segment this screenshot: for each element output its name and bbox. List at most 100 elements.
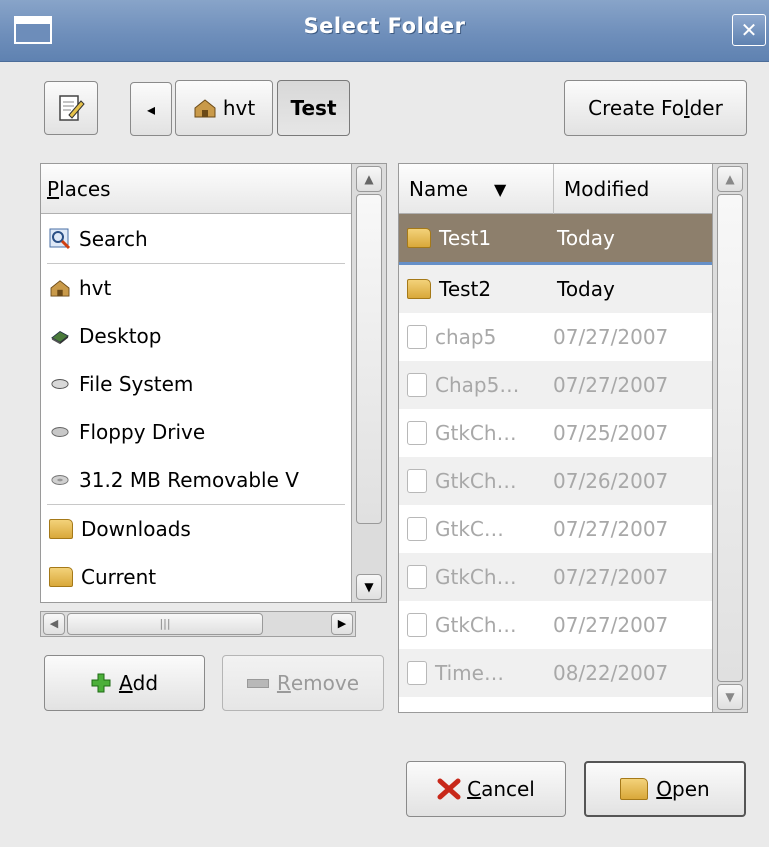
files-list: Test1 Today Test2 Today chap5 07/27/2007… xyxy=(399,214,712,712)
close-button[interactable]: ✕ xyxy=(732,14,766,46)
file-row[interactable]: GtkC… 07/27/2007 xyxy=(399,505,712,553)
path-label-hvt: hvt xyxy=(222,96,256,120)
remove-place-button[interactable]: Remove xyxy=(222,655,384,711)
place-label: Search xyxy=(79,227,148,251)
path-button-test[interactable]: Test xyxy=(277,80,350,136)
files-scroll-thumb[interactable] xyxy=(717,194,743,682)
add-icon xyxy=(91,673,111,693)
file-icon xyxy=(407,565,427,589)
places-scroll-thumb[interactable] xyxy=(356,194,382,524)
file-modified: Today xyxy=(557,277,615,301)
file-name: Time… xyxy=(435,661,504,685)
place-item-floppy-drive[interactable]: Floppy Drive xyxy=(41,408,351,456)
places-header-label: laces xyxy=(59,177,111,201)
cancel-label: ancel xyxy=(481,777,535,801)
places-pane: Places Search hvt Desktop File System Fl… xyxy=(40,163,387,603)
cancel-button[interactable]: Cancel xyxy=(406,761,566,817)
place-item-search[interactable]: Search xyxy=(41,215,351,263)
open-mnemonic: O xyxy=(656,777,673,801)
open-button[interactable]: Open xyxy=(584,761,746,817)
file-name: GtkCh… xyxy=(435,421,517,445)
column-header-name[interactable]: Name ▼ xyxy=(399,164,554,214)
folder-icon xyxy=(49,519,73,539)
file-name: GtkCh… xyxy=(435,565,517,589)
file-row-selected[interactable]: Test1 Today xyxy=(399,214,712,265)
path-button-hvt[interactable]: hvt xyxy=(175,80,273,136)
file-row[interactable]: GtkCh… 07/27/2007 xyxy=(399,553,712,601)
home-icon xyxy=(50,280,70,297)
column-header-modified[interactable]: Modified xyxy=(554,164,649,214)
file-modified: 07/26/2007 xyxy=(553,469,669,493)
file-modified: 08/22/2007 xyxy=(553,661,669,685)
scroll-up-button[interactable]: ▲ xyxy=(717,166,743,192)
places-vscrollbar[interactable]: ▲ ▼ xyxy=(351,164,386,602)
folder-icon xyxy=(49,567,73,587)
places-header-mnemonic: P xyxy=(47,177,60,201)
scroll-down-button[interactable]: ▼ xyxy=(356,574,382,600)
file-name: Test2 xyxy=(439,277,492,301)
file-modified: 07/27/2007 xyxy=(553,613,669,637)
places-header[interactable]: Places xyxy=(41,164,351,214)
place-item-hvt[interactable]: hvt xyxy=(41,264,351,312)
file-modified: 07/25/2007 xyxy=(553,421,669,445)
files-header: Name ▼ Modified xyxy=(399,164,712,214)
path-back-button[interactable]: ◂ xyxy=(130,82,172,136)
folder-icon xyxy=(407,279,431,299)
scroll-up-button[interactable]: ▲ xyxy=(356,166,382,192)
file-icon xyxy=(407,325,427,349)
file-row[interactable]: Time… 08/22/2007 xyxy=(399,649,712,697)
add-mnemonic: A xyxy=(118,671,133,695)
file-modified: 07/27/2007 xyxy=(553,325,669,349)
add-place-button[interactable]: Add xyxy=(44,655,205,711)
scroll-right-button[interactable]: ▶ xyxy=(331,613,353,635)
scroll-down-button[interactable]: ▼ xyxy=(717,684,743,710)
file-row[interactable]: Chap5… 07/27/2007 xyxy=(399,361,712,409)
column-name-label: Name xyxy=(409,177,469,201)
home-icon xyxy=(194,99,216,118)
place-label: File System xyxy=(79,372,194,396)
cancel-mnemonic: C xyxy=(467,777,482,801)
places-hscroll-thumb[interactable]: ||| xyxy=(67,613,263,635)
file-icon xyxy=(407,373,427,397)
place-item-desktop[interactable]: Desktop xyxy=(41,312,351,360)
search-icon xyxy=(49,228,71,250)
places-hscrollbar[interactable]: ◀ ||| ▶ xyxy=(40,611,356,637)
file-row[interactable]: GtkCh… 07/27/2007 xyxy=(399,601,712,649)
folder-icon xyxy=(407,228,431,248)
file-modified: 07/27/2007 xyxy=(553,565,669,589)
place-label: Floppy Drive xyxy=(79,420,206,444)
place-label: Downloads xyxy=(81,517,191,541)
file-modified: 07/27/2007 xyxy=(553,373,669,397)
cancel-icon xyxy=(437,778,461,800)
file-row[interactable]: chap5 07/27/2007 xyxy=(399,313,712,361)
add-label: dd xyxy=(132,671,159,695)
place-item-downloads[interactable]: Downloads xyxy=(41,505,351,553)
file-icon xyxy=(407,517,427,541)
file-row[interactable]: GtkCh… 07/25/2007 xyxy=(399,409,712,457)
drive-icon xyxy=(51,379,69,389)
file-modified: Today xyxy=(557,226,615,250)
place-label: Current xyxy=(81,565,157,589)
file-row[interactable]: GtkCh… 07/26/2007 xyxy=(399,457,712,505)
title-bar[interactable]: Select Folder ✕ xyxy=(0,0,769,62)
create-folder-button[interactable]: Create Fo l der xyxy=(564,80,747,136)
file-row[interactable]: Test2 Today xyxy=(399,265,712,313)
removable-drive-icon xyxy=(51,475,69,485)
edit-location-button[interactable] xyxy=(44,81,98,135)
file-name: Test1 xyxy=(439,226,492,250)
place-item-file-system[interactable]: File System xyxy=(41,360,351,408)
scroll-left-button[interactable]: ◀ xyxy=(43,613,65,635)
files-vscrollbar[interactable]: ▲ ▼ xyxy=(712,164,747,712)
place-item-removable-volume[interactable]: 31.2 MB Removable V xyxy=(41,456,351,504)
place-item-current[interactable]: Current xyxy=(41,553,351,601)
file-modified: 07/27/2007 xyxy=(553,517,669,541)
place-label: Desktop xyxy=(79,324,162,348)
remove-mnemonic: R xyxy=(276,671,291,695)
file-name: Chap5… xyxy=(435,373,520,397)
file-icon xyxy=(407,613,427,637)
file-name: GtkCh… xyxy=(435,469,517,493)
file-icon xyxy=(407,421,427,445)
place-label: 31.2 MB Removable V xyxy=(79,468,299,492)
window-title: Select Folder xyxy=(303,14,466,38)
create-folder-label-pre: Create Fo xyxy=(588,96,685,120)
